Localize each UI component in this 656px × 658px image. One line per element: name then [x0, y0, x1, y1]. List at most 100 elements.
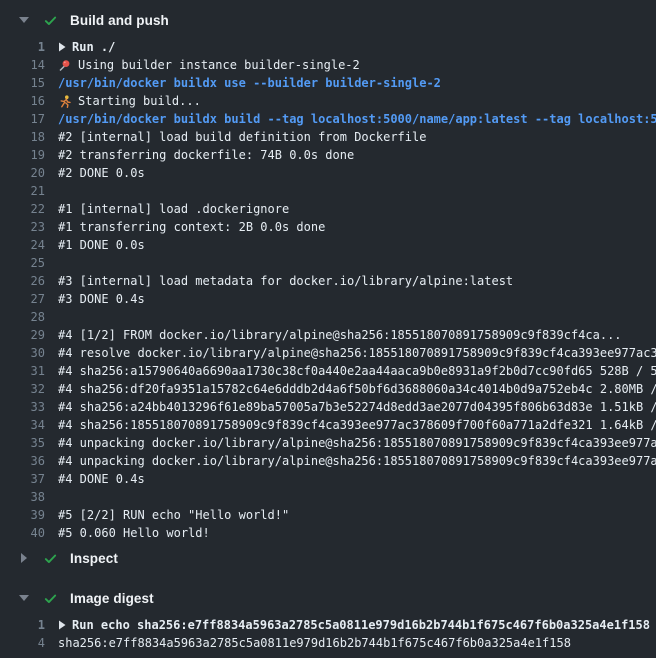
line-text: #4 sha256:a24bb4013296f61e89ba57005a7b3e…: [58, 398, 656, 416]
line-text: #1 DONE 0.0s: [58, 236, 145, 254]
line-number[interactable]: 38: [0, 488, 58, 506]
line-number[interactable]: 24: [0, 236, 58, 254]
line-text: /usr/bin/docker buildx build --tag local…: [58, 110, 656, 128]
line-number[interactable]: 27: [0, 290, 58, 308]
log-line: 23#1 transferring context: 2B 0.0s done: [0, 218, 656, 236]
line-number[interactable]: 33: [0, 398, 58, 416]
line-text: Run echo sha256:e7ff8834a5963a2785c5a081…: [72, 616, 650, 634]
line-number[interactable]: 22: [0, 200, 58, 218]
expand-arrow-icon[interactable]: [58, 38, 72, 56]
log-line: 15/usr/bin/docker buildx use --builder b…: [0, 74, 656, 92]
log-line: 31#4 sha256:a15790640a6690aa1730c38cf0a4…: [0, 362, 656, 380]
runner-icon: [58, 92, 78, 110]
line-number[interactable]: 16: [0, 92, 58, 110]
expand-arrow-icon[interactable]: [58, 616, 72, 634]
log-lines: 1 Run ./ 14 Using builder instance builder-…: [0, 34, 656, 544]
line-number[interactable]: 4: [0, 634, 58, 652]
line-number[interactable]: 15: [0, 74, 58, 92]
log-line: 18#2 [internal] load build definition fr…: [0, 128, 656, 146]
log-line: 29#4 [1/2] FROM docker.io/library/alpine…: [0, 326, 656, 344]
line-number[interactable]: 37: [0, 470, 58, 488]
line-number[interactable]: 40: [0, 524, 58, 542]
section-title: Image digest: [70, 591, 154, 606]
log-line: 17/usr/bin/docker buildx build --tag loc…: [0, 110, 656, 128]
log-line[interactable]: 1 Run echo sha256:e7ff8834a5963a2785c5a08…: [0, 616, 656, 634]
section-build-and-push: Build and push 1 Run ./ 14 Using builder in…: [0, 6, 656, 544]
log-line: 35#4 unpacking docker.io/library/alpine@…: [0, 434, 656, 452]
section-header-build-and-push[interactable]: Build and push: [0, 6, 656, 34]
log-line[interactable]: 1 Run ./: [0, 38, 656, 56]
line-number[interactable]: 17: [0, 110, 58, 128]
line-text: Starting build...: [78, 92, 201, 110]
log-line: 34#4 sha256:185518070891758909c9f839cf4c…: [0, 416, 656, 434]
log-line: 27#3 DONE 0.4s: [0, 290, 656, 308]
line-number[interactable]: 34: [0, 416, 58, 434]
log-line: 37#4 DONE 0.4s: [0, 470, 656, 488]
line-number[interactable]: 26: [0, 272, 58, 290]
log-line: 16 Starting build...: [0, 92, 656, 110]
log-line: 22#1 [internal] load .dockerignore: [0, 200, 656, 218]
line-text: #4 resolve docker.io/library/alpine@sha2…: [58, 344, 656, 362]
line-number[interactable]: 25: [0, 254, 58, 272]
line-number[interactable]: 1: [0, 616, 58, 634]
chevron-down-icon[interactable]: [18, 17, 30, 23]
line-text: #2 [internal] load build definition from…: [58, 128, 426, 146]
workflow-log-viewer: Build and push 1Run ./14Using builder in…: [0, 0, 656, 654]
check-icon: [43, 551, 58, 566]
line-number[interactable]: 31: [0, 362, 58, 380]
chevron-down-icon[interactable]: [18, 595, 30, 601]
line-number[interactable]: 19: [0, 146, 58, 164]
line-text: Using builder instance builder-single-2: [78, 56, 360, 74]
line-text: #2 DONE 0.0s: [58, 164, 145, 182]
log-line: 28: [0, 308, 656, 326]
log-line: 30#4 resolve docker.io/library/alpine@sh…: [0, 344, 656, 362]
line-number[interactable]: 30: [0, 344, 58, 362]
log-line: 39#5 [2/2] RUN echo "Hello world!": [0, 506, 656, 524]
line-text: Run ./: [72, 38, 115, 56]
line-text: #4 unpacking docker.io/library/alpine@sh…: [58, 452, 656, 470]
pushpin-icon: [58, 56, 78, 74]
log-line: 4sha256:e7ff8834a5963a2785c5a0811e979d16…: [0, 634, 656, 652]
line-text: #3 DONE 0.4s: [58, 290, 145, 308]
line-number[interactable]: 39: [0, 506, 58, 524]
log-line: 21: [0, 182, 656, 200]
line-number[interactable]: 20: [0, 164, 58, 182]
log-line: 36#4 unpacking docker.io/library/alpine@…: [0, 452, 656, 470]
line-number[interactable]: 1: [0, 38, 58, 56]
line-number[interactable]: 23: [0, 218, 58, 236]
line-text: #4 DONE 0.4s: [58, 470, 145, 488]
section-title: Build and push: [70, 13, 169, 28]
line-text: #4 [1/2] FROM docker.io/library/alpine@s…: [58, 326, 622, 344]
log-line: 32#4 sha256:df20fa9351a15782c64e6dddb2d4…: [0, 380, 656, 398]
log-line: 24#1 DONE 0.0s: [0, 236, 656, 254]
line-text: sha256:e7ff8834a5963a2785c5a0811e979d16b…: [58, 634, 571, 652]
line-number[interactable]: 14: [0, 56, 58, 74]
log-line: 26#3 [internal] load metadata for docker…: [0, 272, 656, 290]
line-number[interactable]: 36: [0, 452, 58, 470]
section-inspect: Inspect: [0, 544, 656, 572]
line-number[interactable]: 35: [0, 434, 58, 452]
line-text: #1 transferring context: 2B 0.0s done: [58, 218, 325, 236]
line-number[interactable]: 18: [0, 128, 58, 146]
log-line: 38: [0, 488, 656, 506]
section-header-inspect[interactable]: Inspect: [0, 544, 656, 572]
log-line: 33#4 sha256:a24bb4013296f61e89ba57005a7b…: [0, 398, 656, 416]
line-number[interactable]: 32: [0, 380, 58, 398]
line-text: #4 sha256:df20fa9351a15782c64e6dddb2d4a6…: [58, 380, 656, 398]
chevron-right-icon[interactable]: [18, 553, 30, 563]
line-text: #3 [internal] load metadata for docker.i…: [58, 272, 513, 290]
log-line: 14 Using builder instance builder-single-…: [0, 56, 656, 74]
line-text: #4 sha256:185518070891758909c9f839cf4ca3…: [58, 416, 656, 434]
line-text: #4 sha256:a15790640a6690aa1730c38cf0a440…: [58, 362, 656, 380]
line-number[interactable]: 21: [0, 182, 58, 200]
check-icon: [43, 13, 58, 28]
line-text: #2 transferring dockerfile: 74B 0.0s don…: [58, 146, 354, 164]
line-text: #4 unpacking docker.io/library/alpine@sh…: [58, 434, 656, 452]
log-line: 19#2 transferring dockerfile: 74B 0.0s d…: [0, 146, 656, 164]
line-text: #5 [2/2] RUN echo "Hello world!": [58, 506, 289, 524]
line-number[interactable]: 29: [0, 326, 58, 344]
line-number[interactable]: 28: [0, 308, 58, 326]
check-icon: [43, 591, 58, 606]
section-image-digest: Image digest 1 Run echo sha256:e7ff8834a5…: [0, 584, 656, 654]
section-header-image-digest[interactable]: Image digest: [0, 584, 656, 612]
